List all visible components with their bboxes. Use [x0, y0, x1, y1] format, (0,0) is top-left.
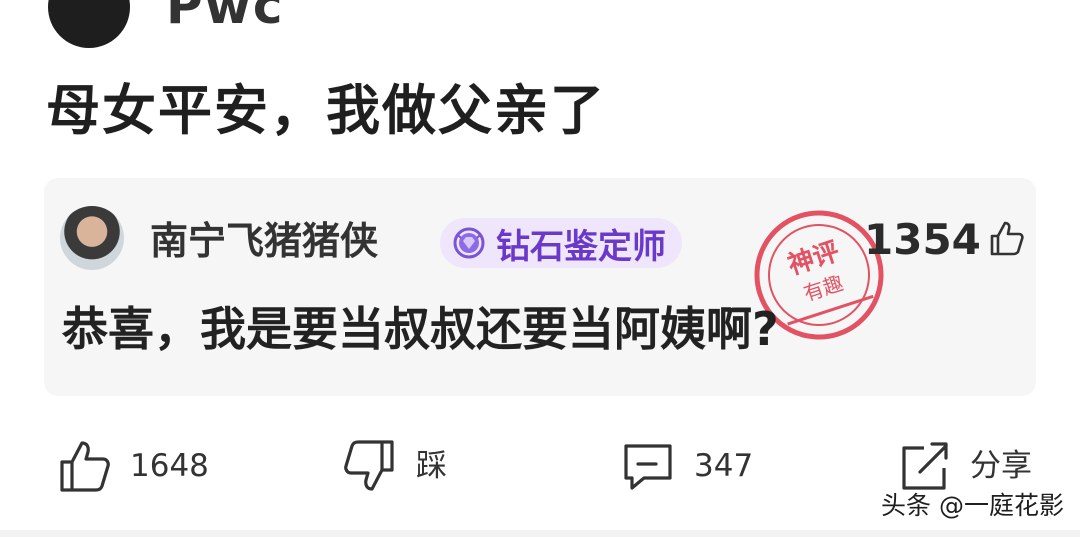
diamond-appraiser-badge[interactable]: 钻石鉴定师: [440, 218, 682, 268]
share-button[interactable]: 分享: [896, 436, 1032, 496]
thumbs-up-icon: [60, 441, 110, 492]
share-label: 分享: [970, 448, 1032, 484]
comment-like-count: 1354: [864, 215, 981, 264]
commenter-avatar[interactable]: [60, 206, 124, 270]
commenter-name[interactable]: 南宁飞猪猪侠: [150, 216, 378, 266]
dislike-label: 踩: [416, 448, 447, 484]
toutiao-watermark: 头条 @一庭花影: [881, 491, 1064, 520]
diamond-badge-icon: [453, 227, 485, 259]
thumbs-down-icon: [344, 440, 394, 491]
dislike-button[interactable]: 踩: [342, 436, 447, 496]
badge-label: 钻石鉴定师: [496, 226, 666, 267]
divider: [0, 530, 1080, 537]
post-author-avatar[interactable]: [48, 0, 130, 48]
share-icon: [902, 442, 948, 490]
post-text: 母女平安，我做父亲了: [46, 79, 606, 142]
comment-button[interactable]: 347: [620, 436, 753, 496]
comment-bubble-icon: [624, 444, 672, 490]
comment-text: 恭喜，我是要当叔叔还要当阿姨啊?: [62, 302, 779, 356]
comment-thumbs-up-icon[interactable]: [986, 218, 1026, 258]
featured-comment-card[interactable]: 南宁飞猪猪侠 钻石鉴定师 神评 有趣 1354 恭喜，我是要当叔叔还要当阿姨啊?: [44, 178, 1036, 396]
post-author-name[interactable]: Pwc: [166, 0, 281, 36]
like-count: 1648: [130, 448, 209, 484]
comment-count: 347: [694, 448, 754, 484]
like-button[interactable]: 1648: [56, 436, 209, 496]
